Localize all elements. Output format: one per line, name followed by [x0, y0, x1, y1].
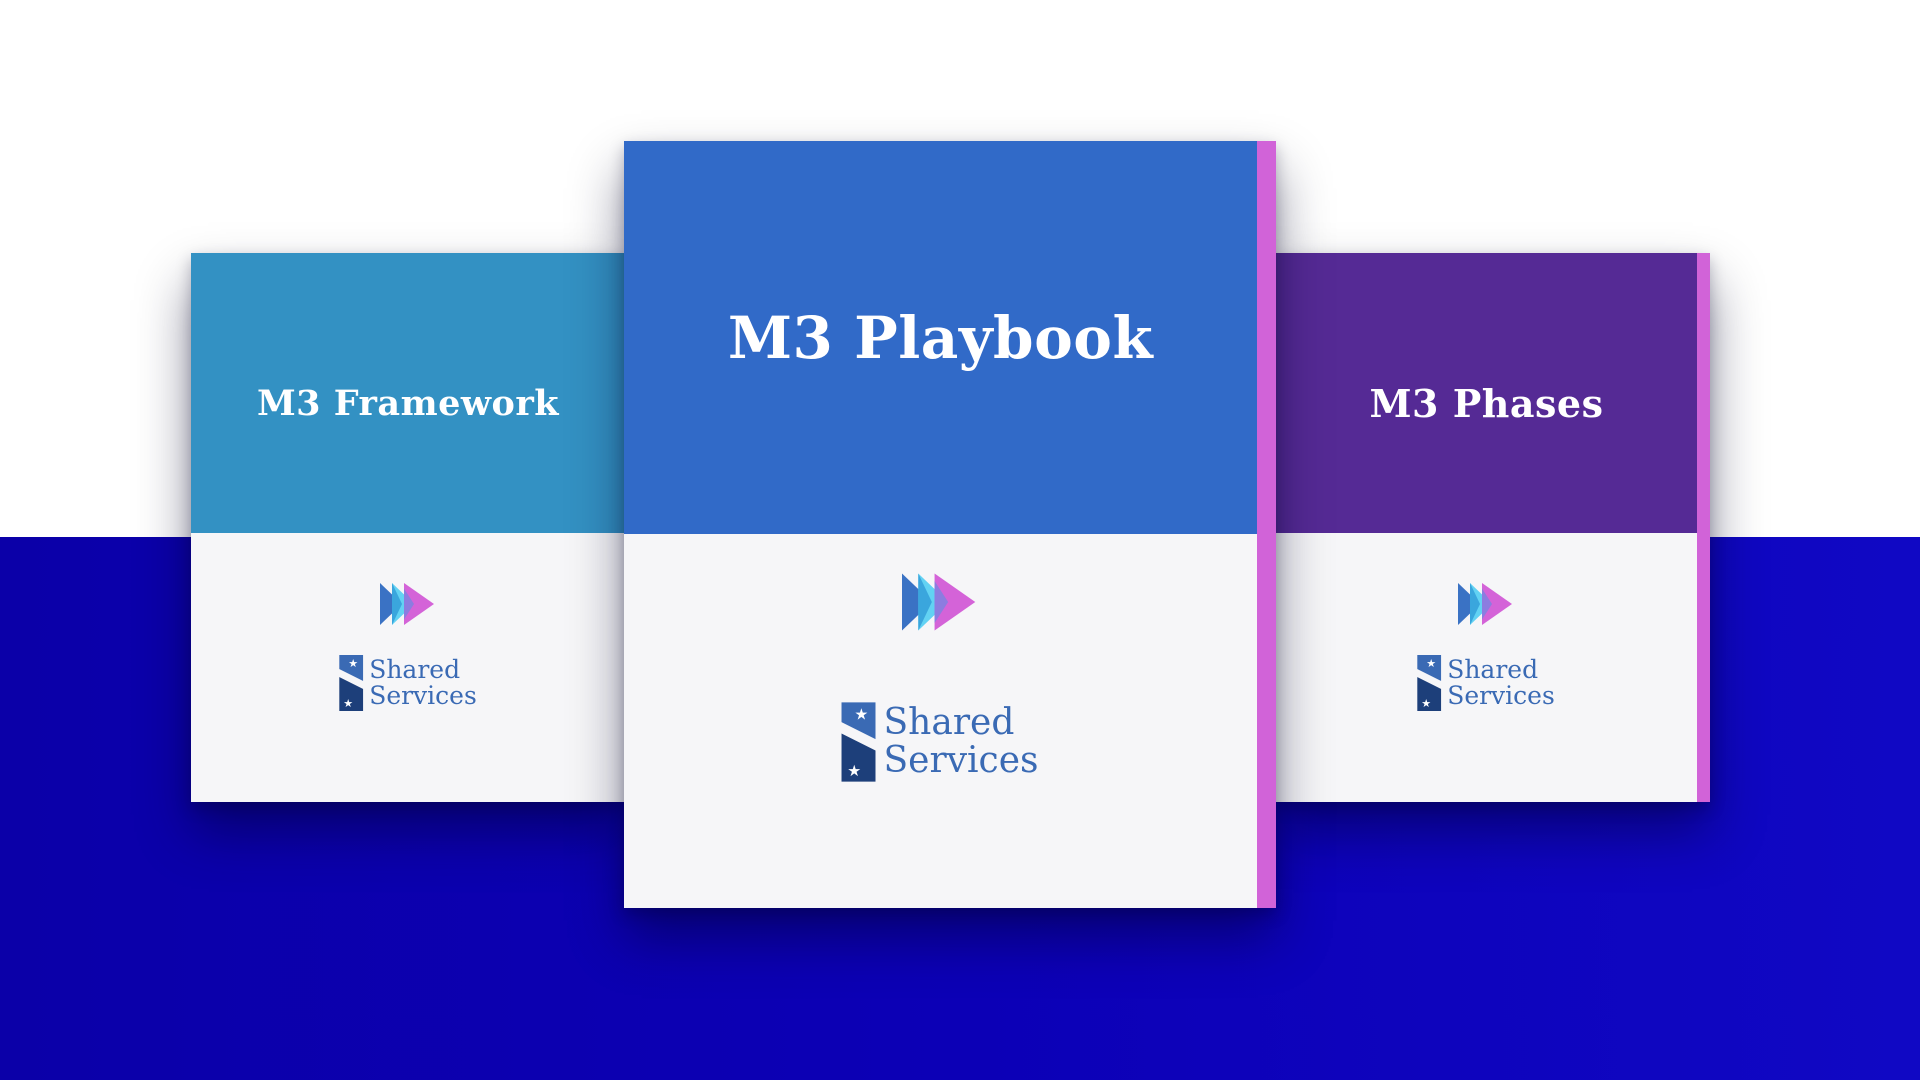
card-title: M3 Framework	[256, 382, 560, 424]
svg-text:★: ★	[1421, 697, 1431, 710]
card-header: M3 Phases	[1276, 253, 1697, 533]
card-title: M3 Playbook	[727, 303, 1154, 372]
card-body: ★ ★ Shared Services	[191, 533, 625, 802]
shared-services-logo: ★ ★ Shared Services	[339, 655, 477, 711]
card-m3-framework[interactable]: M3 Framework ★ ★ Shared Services	[191, 253, 625, 802]
triple-play-arrows-icon	[902, 573, 976, 631]
shared-services-logo-icon: ★ ★	[841, 702, 876, 782]
svg-text:★: ★	[348, 657, 358, 670]
card-body: ★ ★ Shared Services	[1276, 533, 1697, 802]
triple-play-arrows-icon	[1458, 583, 1512, 625]
card-spine	[1257, 141, 1276, 908]
card-spine	[1697, 253, 1710, 802]
triple-play-arrows-icon	[380, 583, 434, 625]
shared-services-logo-icon: ★ ★	[339, 655, 364, 711]
card-m3-phases[interactable]: M3 Phases ★ ★ Shared Services	[1276, 253, 1710, 802]
svg-text:★: ★	[854, 705, 868, 723]
card-body: ★ ★ Shared Services	[624, 534, 1257, 908]
svg-text:★: ★	[847, 762, 861, 780]
shared-services-logo: ★ ★ Shared Services	[841, 702, 1039, 782]
svg-text:★: ★	[1426, 657, 1436, 670]
logo-line-2: Services	[883, 740, 1039, 781]
card-header: M3 Playbook	[624, 141, 1257, 534]
logo-line-1: Shared	[883, 702, 1015, 744]
svg-text:★: ★	[343, 697, 353, 710]
logo-line-1: Shared	[369, 654, 461, 684]
logo-text: Shared Services	[1447, 654, 1555, 710]
card-header: M3 Framework	[191, 253, 625, 533]
logo-text: Shared Services	[884, 704, 1039, 780]
shared-services-logo-icon: ★ ★	[1417, 655, 1442, 711]
logo-text: Shared Services	[369, 654, 477, 710]
logo-line-2: Services	[369, 681, 477, 710]
logo-line-1: Shared	[1447, 654, 1539, 684]
logo-line-2: Services	[1447, 681, 1555, 710]
card-title: M3 Phases	[1369, 380, 1604, 426]
card-m3-playbook[interactable]: M3 Playbook ★ ★ Shared Services	[624, 141, 1276, 908]
shared-services-logo: ★ ★ Shared Services	[1417, 655, 1555, 711]
